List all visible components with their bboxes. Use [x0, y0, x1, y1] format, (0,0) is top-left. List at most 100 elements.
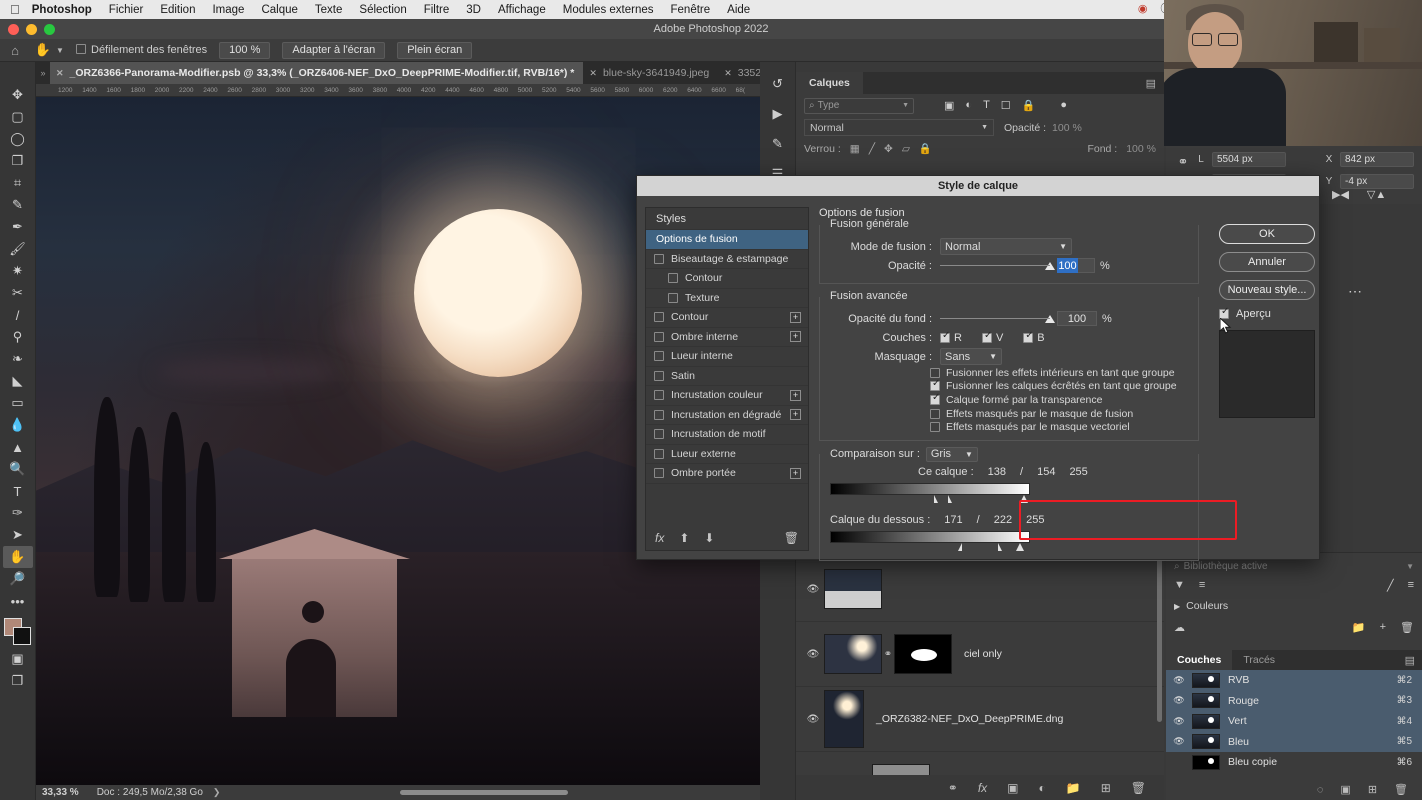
advanced-blending-checkbox[interactable]: Calque formé par la transparence	[930, 392, 1188, 407]
move-down-icon[interactable]: ⬇	[704, 531, 714, 545]
layer-visibility-icon[interactable]: 👁	[802, 714, 824, 725]
add-effect-icon[interactable]: +	[790, 409, 801, 421]
style-enable-checkbox[interactable]	[654, 370, 664, 381]
play-action-icon[interactable]: ▶	[773, 106, 783, 122]
underlying-stop-high[interactable]	[1016, 542, 1024, 551]
style-item-incrustation-de-motif[interactable]: Incrustation de motif	[646, 425, 808, 445]
layer-blend-mode-select[interactable]: Normal ▼	[804, 119, 994, 136]
object-selection-tool-icon[interactable]: ❐	[3, 150, 33, 172]
full-screen-button[interactable]: Plein écran	[397, 41, 473, 59]
edit-toolbar-icon[interactable]: •••	[3, 590, 33, 612]
move-up-icon[interactable]: ⬆	[679, 531, 689, 545]
table-row[interactable]: 👁 RVB ⌘2	[1166, 670, 1422, 691]
table-row[interactable]: 👁	[796, 557, 1164, 622]
new-channel-icon[interactable]: ⊞	[1368, 783, 1377, 796]
patch-tool-icon[interactable]: ✷	[3, 260, 33, 282]
style-enable-checkbox[interactable]	[654, 351, 664, 362]
blur-tool-icon[interactable]: 💧	[3, 414, 33, 436]
type-tool-icon[interactable]: T	[3, 480, 33, 502]
lock-position-icon[interactable]: ✥	[884, 143, 893, 155]
color-swatches[interactable]	[3, 618, 33, 648]
record-icon[interactable]: ◉	[1138, 4, 1148, 15]
style-item-satin[interactable]: Satin	[646, 367, 808, 386]
table-row[interactable]: 👁 Bleu ⌘5	[1166, 731, 1422, 752]
tab-scroll-left-icon[interactable]: »	[36, 68, 50, 78]
underlying-layer-gradient[interactable]	[830, 530, 1030, 543]
add-mask-icon[interactable]: ▣	[1007, 781, 1018, 795]
channel-visibility-icon[interactable]: 👁	[1170, 736, 1188, 747]
underlying-layer-stops[interactable]	[830, 542, 1030, 554]
layer-filter-select[interactable]: ⌕ Type ▼	[804, 97, 914, 114]
style-item-contour[interactable]: Contour	[646, 269, 808, 289]
x-field[interactable]: 842 px	[1340, 151, 1414, 167]
menu-item-fenetre[interactable]: Fenêtre	[671, 4, 711, 16]
this-layer-stops[interactable]	[830, 494, 1030, 506]
menu-item-aide[interactable]: Aide	[727, 4, 750, 16]
shape-filter-icon[interactable]: ☐	[1001, 99, 1011, 112]
style-item-ombre-interne[interactable]: Ombre interne +	[646, 328, 808, 347]
checkbox[interactable]	[930, 367, 940, 378]
channel-visibility-icon[interactable]: 👁	[1170, 695, 1188, 706]
status-expand-icon[interactable]: ❯	[213, 787, 221, 798]
fill-opacity-slider[interactable]	[940, 318, 1050, 319]
channel-visibility-icon[interactable]: 👁	[1170, 716, 1188, 727]
table-row[interactable]: 👁 Rouge ⌘3	[1166, 690, 1422, 711]
clone-stamp-scissors-icon[interactable]: ✂	[3, 282, 33, 304]
chevron-down-icon[interactable]: ▼	[56, 46, 70, 55]
checkbox[interactable]	[930, 422, 940, 433]
new-group-icon[interactable]: 📁	[1066, 781, 1081, 795]
advanced-blending-checkbox[interactable]: Fusionner les calques écrêtés en tant qu…	[930, 378, 1188, 394]
menu-item-fichier[interactable]: Fichier	[109, 4, 144, 16]
menu-item-calque[interactable]: Calque	[261, 4, 297, 16]
style-enable-checkbox[interactable]	[654, 253, 664, 264]
history-brush-tool-icon[interactable]: ❧	[3, 348, 33, 370]
channel-r-checkbox[interactable]: R	[940, 330, 962, 344]
close-icon[interactable]: ✕	[724, 68, 732, 79]
screen-mode-icon[interactable]: ❐	[3, 670, 33, 692]
menu-item-modules-externes[interactable]: Modules externes	[563, 4, 654, 16]
quick-mask-icon[interactable]: ▣	[3, 648, 33, 670]
layer-opacity-value[interactable]: 100 %	[1052, 122, 1082, 134]
chevron-right-icon[interactable]: ▶	[1174, 602, 1180, 611]
tab-calques[interactable]: Calques	[796, 72, 863, 94]
direct-selection-tool-icon[interactable]: ➤	[3, 524, 33, 546]
width-field[interactable]: 5504 px	[1212, 151, 1286, 167]
channel-v-checkbox[interactable]: V	[981, 330, 1003, 344]
fx-icon[interactable]: fx	[655, 531, 664, 545]
cancel-button[interactable]: Annuler	[1219, 252, 1315, 272]
this-layer-high-value[interactable]: 255	[1069, 466, 1087, 478]
menu-item-affichage[interactable]: Affichage	[498, 4, 546, 16]
link-icon[interactable]: ⚭	[1172, 154, 1194, 170]
paintbrush-tool-icon[interactable]: /	[3, 304, 33, 326]
zoom-level-button[interactable]: 100 %	[219, 41, 271, 59]
status-zoom-level[interactable]: 33,33 %	[42, 787, 79, 798]
add-effect-icon[interactable]: +	[790, 467, 801, 479]
delete-channel-icon[interactable]: 🗑	[1394, 783, 1408, 796]
sync-icon[interactable]: ╱	[1387, 579, 1394, 592]
new-style-button[interactable]: Nouveau style...	[1219, 280, 1315, 300]
lock-all-icon[interactable]: 🔒	[919, 142, 932, 155]
add-effect-icon[interactable]: +	[790, 389, 801, 401]
preview-checkbox-row[interactable]: Aperçu	[1219, 306, 1315, 334]
pixel-filter-icon[interactable]: ▣	[944, 99, 954, 112]
menu-item-selection[interactable]: Sélection	[359, 4, 406, 16]
pen-tool-icon[interactable]: 🔍	[3, 458, 33, 480]
style-item-options-de-fusion[interactable]: Options de fusion	[646, 230, 808, 250]
style-item-lueur-externe[interactable]: Lueur externe	[646, 445, 808, 464]
blend-if-select[interactable]: Gris ▼	[925, 446, 978, 462]
lock-transparent-pixels-icon[interactable]: ▦	[850, 143, 860, 155]
style-enable-checkbox[interactable]	[654, 468, 664, 479]
checkbox[interactable]	[930, 378, 940, 392]
this-layer-mid-value[interactable]: 154	[1037, 466, 1055, 478]
menu-item-3d[interactable]: 3D	[466, 4, 481, 16]
document-tab-blue-sky[interactable]: ✕ blue-sky-3641949.jpeg	[583, 62, 718, 84]
webcam-video-overlay[interactable]	[1164, 0, 1422, 146]
dodge-tool-icon[interactable]: ▲	[3, 436, 33, 458]
this-layer-low-value[interactable]: 138	[988, 466, 1006, 478]
table-row[interactable]: 👁 _ORZ6382-NEF_DxO_DeepPRIME.dng	[796, 687, 1164, 752]
style-enable-checkbox[interactable]	[668, 292, 678, 303]
adjustment-filter-icon[interactable]: ◐	[965, 99, 972, 112]
panel-menu-icon[interactable]: ▤	[1405, 654, 1415, 667]
style-enable-checkbox[interactable]	[668, 273, 678, 284]
library-group-couleurs[interactable]: ▶ Couleurs	[1166, 596, 1422, 616]
